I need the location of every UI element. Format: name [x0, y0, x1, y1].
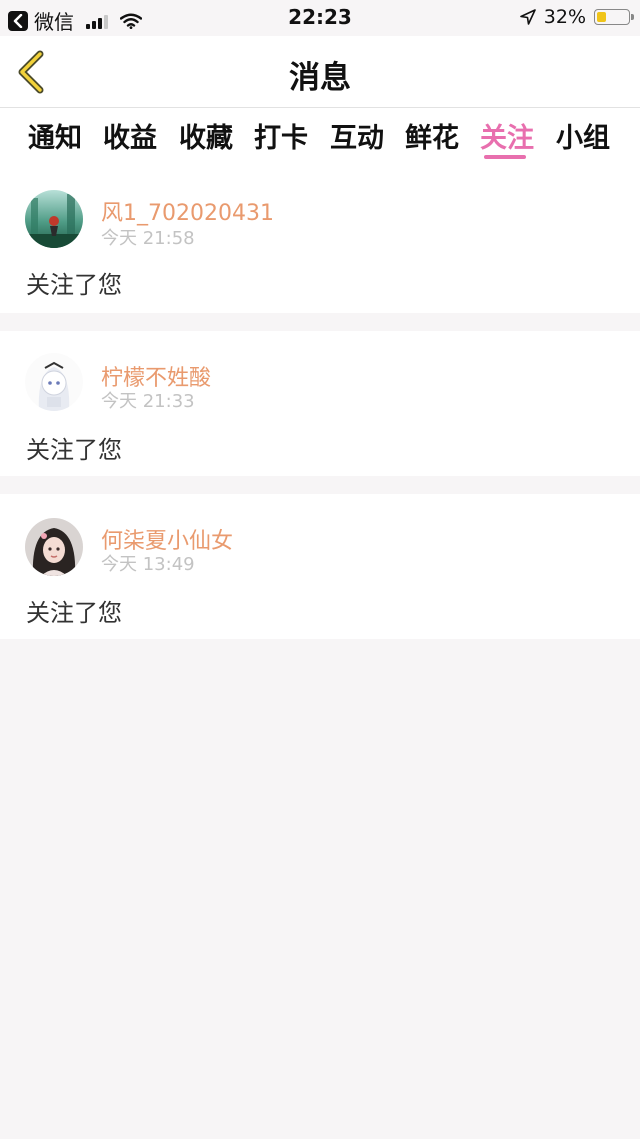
avatar[interactable]	[25, 353, 83, 411]
avatar[interactable]	[25, 518, 83, 576]
category-tabs: 通知 收益 收藏 打卡 互动 鲜花 关注 小组	[0, 108, 640, 170]
status-bar: 微信 22:23 32%	[0, 0, 640, 36]
tab-earnings[interactable]: 收益	[98, 116, 162, 155]
tab-notifications[interactable]: 通知	[23, 116, 87, 155]
navigation-bar: 消息	[0, 36, 640, 108]
message-text: 关注了您	[26, 271, 122, 299]
follow-notification-card[interactable]: 何柒夏小仙女 今天 13:49 关注了您	[0, 494, 640, 639]
battery-percent: 32%	[543, 6, 586, 28]
location-arrow-icon	[519, 9, 536, 25]
battery-icon	[594, 9, 634, 25]
message-text: 关注了您	[26, 599, 122, 627]
tab-follows[interactable]: 关注	[475, 116, 539, 155]
username[interactable]: 风1_702020431	[101, 195, 274, 227]
timestamp: 今天 13:49	[101, 554, 195, 575]
page-title: 消息	[289, 60, 351, 96]
follow-notification-card[interactable]: 柠檬不姓酸 今天 21:33 关注了您	[0, 331, 640, 476]
timestamp: 今天 21:33	[101, 391, 195, 412]
tab-favorites[interactable]: 收藏	[174, 116, 238, 155]
tab-flowers[interactable]: 鲜花	[400, 116, 464, 155]
message-text: 关注了您	[26, 436, 122, 464]
follow-notification-card[interactable]: 风1_702020431 今天 21:58 关注了您	[0, 170, 640, 313]
battery-level-fill	[597, 12, 606, 22]
tab-interactions[interactable]: 互动	[325, 116, 389, 155]
timestamp: 今天 21:58	[101, 228, 195, 249]
status-right: 32%	[519, 6, 634, 28]
avatar[interactable]	[25, 190, 83, 248]
tab-groups[interactable]: 小组	[551, 116, 615, 155]
active-tab-indicator	[484, 155, 526, 159]
tab-checkin[interactable]: 打卡	[249, 116, 313, 155]
